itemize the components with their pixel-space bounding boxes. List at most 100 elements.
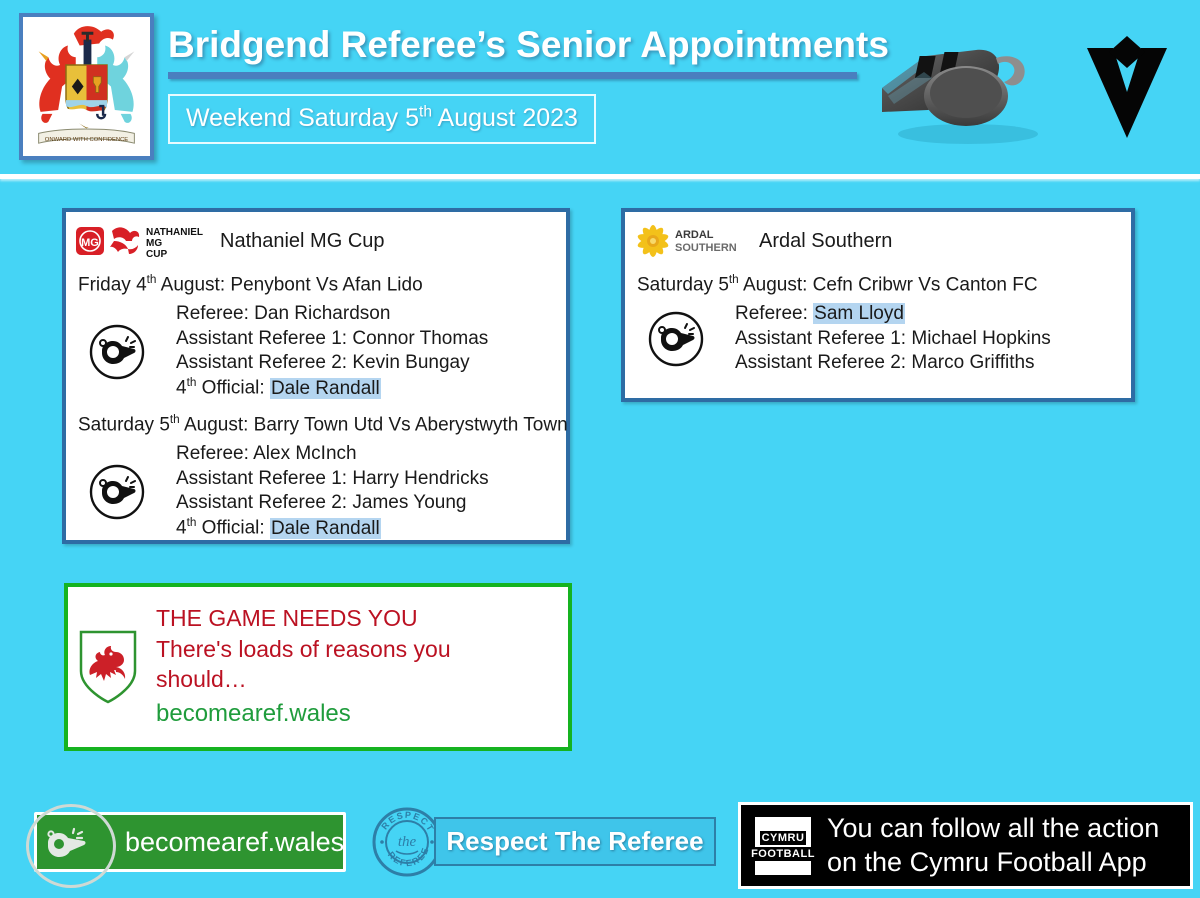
panel-nathaniel-mg-cup: MG NATHANIEL MG CUP Nathaniel MG Cup Fri…	[62, 208, 570, 544]
fixture-day-ordinal: th	[169, 412, 180, 426]
title-block: Bridgend Referee’s Senior Appointments W…	[168, 25, 889, 145]
recruitment-inner: THE GAME NEEDS YOU There's loads of reas…	[68, 587, 568, 747]
fixture-match: August: Barry Town Utd Vs Aberystwyth To…	[179, 414, 568, 436]
official-name: Marco Griffiths	[911, 351, 1035, 373]
competition-header-mg-cup: MG NATHANIEL MG CUP Nathaniel MG Cup	[66, 212, 566, 261]
officials-list: Referee: Dan Richardson Assistant Refere…	[176, 302, 488, 401]
cymru-app-line-2: on the Cymru Football App	[827, 846, 1147, 877]
fixture-day-ordinal: th	[146, 273, 157, 286]
competition-name: Ardal Southern	[759, 229, 893, 252]
official-name: Connor Thomas	[352, 327, 489, 349]
official-assistant-1: Assistant Referee 1: Connor Thomas	[176, 327, 488, 351]
ardal-southern-logo-icon: ARDAL SOUTHERN	[637, 225, 737, 257]
official-assistant-1: Assistant Referee 1: Michael Hopkins	[735, 327, 1051, 351]
cymru-app-line-1: You can follow all the action	[827, 812, 1160, 843]
official-name: Alex McInch	[253, 443, 357, 465]
panel-ardal-southern: ARDAL SOUTHERN Ardal Southern Saturday 5…	[621, 208, 1135, 402]
official-role: Assistant Referee 2:	[176, 491, 353, 513]
panel-recruitment: THE GAME NEEDS YOU There's loads of reas…	[64, 583, 572, 751]
official-role: Assistant Referee 1:	[735, 327, 912, 349]
svg-text:ARDAL: ARDAL	[675, 229, 714, 241]
official-role-pre: 4	[176, 377, 187, 399]
official-assistant-2: Assistant Referee 2: Marco Griffiths	[735, 351, 1051, 375]
recruit-url-link[interactable]: becomearef.wales	[156, 697, 451, 731]
fixture-day: Saturday 5	[78, 414, 170, 436]
official-name: Dan Richardson	[254, 303, 391, 325]
fixture-match: August: Penybont Vs Afan Lido	[156, 274, 423, 296]
referee-chevron-logo-icon	[1087, 36, 1167, 138]
official-role: Referee:	[735, 303, 814, 325]
official-role: Assistant Referee 1:	[176, 327, 353, 349]
official-name: James Young	[352, 491, 467, 513]
official-name-highlighted: Sam Lloyd	[813, 303, 905, 325]
date-rest: August 2023	[431, 104, 578, 133]
cymru-football-app-badge[interactable]: CYMRU FOOTBALL You can follow all the ac…	[738, 802, 1193, 889]
respect-the-referee-badge[interactable]: RESPECT REFEREE the Respect The Referee	[372, 805, 717, 879]
fixture-match: August: Cefn Cribwr Vs Canton FC	[738, 274, 1038, 296]
whistle-badge-icon	[89, 324, 145, 379]
fixture-day: Saturday 5	[637, 274, 729, 296]
svg-text:NATHANIEL: NATHANIEL	[146, 227, 203, 238]
svg-text:the: the	[398, 834, 417, 850]
date-text: Weekend Saturday 5th August 2023	[186, 104, 578, 132]
fixture-date-line: Friday 4th August: Penybont Vs Afan Lido	[66, 273, 566, 296]
page-header: ONWARD WITH CONFIDENCE Bridgend Referee’…	[0, 0, 1200, 179]
svg-text:CUP: CUP	[146, 249, 167, 260]
official-role: Assistant Referee 1:	[176, 467, 353, 489]
cymru-app-message: You can follow all the action on the Cym…	[827, 812, 1159, 880]
official-role-ordinal: th	[186, 516, 197, 530]
respect-pill[interactable]: Respect The Referee	[434, 817, 716, 866]
respect-stamp-icon: RESPECT REFEREE the	[372, 807, 442, 877]
bridgend-crest-logo: ONWARD WITH CONFIDENCE	[19, 13, 154, 160]
fixture-day: Friday 4	[78, 274, 147, 296]
page-footer: becomearef.wales RESPECT REFEREE the Res…	[0, 795, 1200, 898]
header-divider	[0, 174, 1200, 179]
fixture-day-ordinal: th	[728, 273, 739, 286]
svg-text:MG: MG	[146, 238, 162, 249]
officials-row: Referee: Dan Richardson Assistant Refere…	[66, 302, 566, 401]
date-ordinal-suffix: th	[419, 103, 432, 121]
competition-name: Nathaniel MG Cup	[220, 229, 385, 252]
official-assistant-2: Assistant Referee 2: Kevin Bungay	[176, 351, 488, 375]
recruit-subline-1: There's loads of reasons you	[156, 635, 451, 662]
cymru-football-logo-icon: CYMRU FOOTBALL	[749, 816, 817, 875]
official-role-pre: 4	[176, 517, 187, 539]
officials-row: Referee: Sam Lloyd Assistant Referee 1: …	[625, 302, 1131, 375]
date-badge: Weekend Saturday 5th August 2023	[168, 93, 596, 145]
respect-label: Respect The Referee	[446, 826, 704, 856]
official-role: Referee:	[176, 303, 255, 325]
official-role: Referee:	[176, 443, 254, 465]
officials-row: Referee: Alex McInch Assistant Referee 1…	[66, 442, 566, 541]
nathaniel-mg-cup-logo-icon: MG NATHANIEL MG CUP	[76, 227, 203, 260]
becomearef-label: becomearef.wales	[125, 826, 345, 857]
official-referee: Referee: Alex McInch	[176, 442, 489, 466]
wales-dragon-shield-icon	[79, 630, 137, 704]
official-assistant-1: Assistant Referee 1: Harry Hendricks	[176, 467, 489, 491]
official-role-ordinal: th	[186, 376, 197, 390]
officials-list: Referee: Alex McInch Assistant Referee 1…	[176, 442, 489, 541]
becomearef-badge[interactable]: becomearef.wales	[26, 804, 346, 888]
recruitment-text-block: THE GAME NEEDS YOU There's loads of reas…	[156, 603, 451, 730]
official-name: Michael Hopkins	[911, 327, 1051, 349]
official-role-post: Official:	[196, 517, 270, 539]
official-role-post: Official:	[196, 377, 270, 399]
title-underline-rule	[168, 71, 857, 79]
official-assistant-2: Assistant Referee 2: James Young	[176, 491, 489, 515]
coat-of-arms-icon: ONWARD WITH CONFIDENCE	[23, 18, 150, 155]
official-fourth: 4th Official: Dale Randall	[176, 375, 488, 401]
fixture-date-line: Saturday 5th August: Cefn Cribwr Vs Cant…	[625, 273, 1131, 296]
date-prefix: Weekend Saturday 5	[186, 104, 420, 133]
official-referee: Referee: Dan Richardson	[176, 302, 488, 326]
cymru-logo-word-1: CYMRU	[759, 830, 807, 845]
whistle-photo-icon	[882, 49, 1038, 144]
official-name: Harry Hendricks	[352, 467, 489, 489]
official-role: Assistant Referee 2:	[176, 351, 353, 373]
crest-motto-text: ONWARD WITH CONFIDENCE	[45, 137, 129, 143]
fixture-date-line: Saturday 5th August: Barry Town Utd Vs A…	[66, 412, 568, 436]
official-name: Kevin Bungay	[352, 351, 470, 373]
official-name-highlighted: Dale Randall	[269, 517, 381, 539]
svg-text:SOUTHERN: SOUTHERN	[675, 242, 737, 254]
competition-header-ardal: ARDAL SOUTHERN Ardal Southern	[625, 212, 1131, 261]
official-name-highlighted: Dale Randall	[269, 377, 381, 399]
whistle-badge-icon	[89, 464, 145, 519]
